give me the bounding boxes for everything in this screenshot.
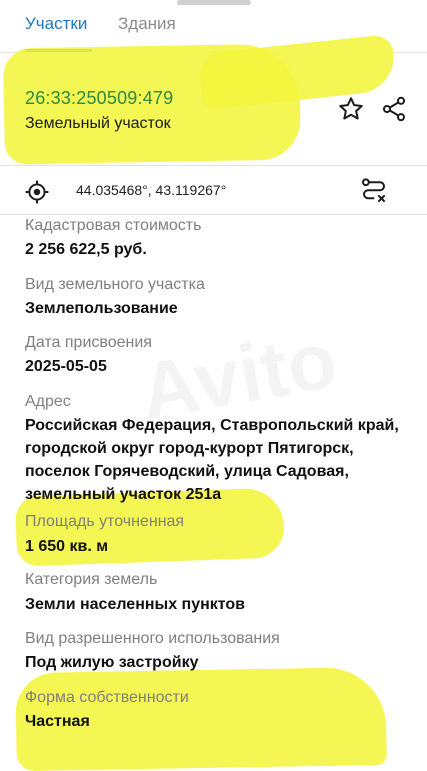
area-label: Площадь уточненная <box>25 513 185 530</box>
assignment-date-value: 2025-05-05 <box>25 358 107 375</box>
cadastral-number[interactable]: 26:33:250509:479 <box>25 88 173 109</box>
share-icon[interactable] <box>379 94 409 124</box>
permitted-use-value: Под жилую застройку <box>25 654 199 671</box>
target-icon[interactable] <box>22 177 52 207</box>
land-category-value: Земли населенных пунктов <box>25 596 246 613</box>
tab-parcels[interactable]: Участки <box>25 14 87 34</box>
address-label: Адрес <box>25 393 71 410</box>
parcel-kind-value: Землепользование <box>25 300 178 317</box>
permitted-use-label: Вид разрешенного использования <box>25 630 280 647</box>
area-value: 1 650 кв. м <box>25 538 109 555</box>
assignment-date-label: Дата присвоения <box>25 334 152 351</box>
coordinates[interactable]: 44.035468°, 43.119267° <box>76 182 226 198</box>
route-icon[interactable] <box>359 176 389 206</box>
divider <box>0 214 427 215</box>
land-category-label: Категория земель <box>25 571 158 588</box>
cadastral-value-label: Кадастровая стоимость <box>25 217 202 234</box>
star-icon[interactable] <box>336 94 366 124</box>
tab-buildings[interactable]: Здания <box>118 14 176 34</box>
parcel-type: Земельный участок <box>25 115 171 132</box>
ownership-form-label: Форма собственности <box>25 689 189 706</box>
parcel-kind-label: Вид земельного участка <box>25 276 205 293</box>
address-value: Российская Федерация, Ставропольский кра… <box>25 417 399 503</box>
ownership-form-value: Частная <box>25 713 90 730</box>
cadastral-value: 2 256 622,5 руб. <box>25 241 147 258</box>
divider <box>0 165 427 166</box>
